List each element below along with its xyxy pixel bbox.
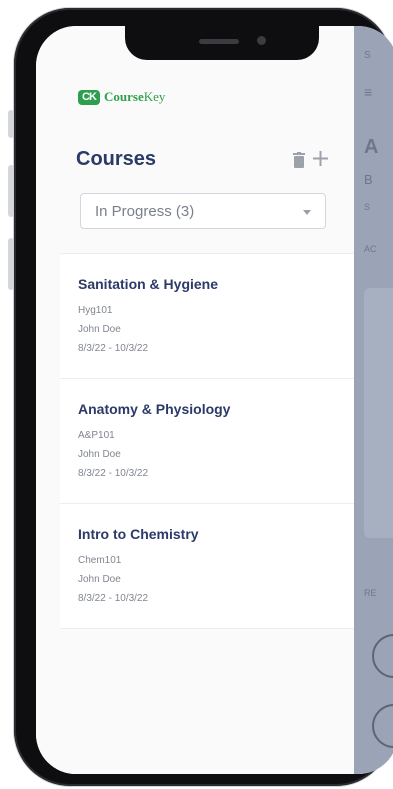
course-card[interactable]: Anatomy & Physiology A&P101 John Doe 8/3…: [60, 378, 354, 503]
logo-text: CourseKey: [104, 89, 166, 104]
add-course-icon[interactable]: [312, 150, 329, 167]
course-instructor: John Doe: [78, 449, 121, 460]
course-name: Intro to Chemistry: [78, 526, 199, 542]
speaker: [199, 39, 239, 44]
courses-panel: CK CourseKey Courses In Progress (3) San…: [36, 26, 354, 774]
course-dates: 8/3/22 - 10/3/22: [78, 468, 149, 479]
course-name: Anatomy & Physiology: [78, 401, 231, 417]
course-list: Sanitation & Hygiene Hyg101 John Doe 8/3…: [60, 253, 354, 629]
chevron-down-icon: [303, 210, 311, 215]
overlay-text: S: [364, 50, 371, 61]
overlay-ring-icon: [372, 634, 393, 678]
overlay-card: [364, 288, 393, 538]
camera: [257, 36, 266, 45]
coursekey-logo: CK CourseKey: [78, 89, 165, 105]
dimmed-background-page[interactable]: S ≡ A B S AC RE: [354, 26, 393, 774]
course-dates: 8/3/22 - 10/3/22: [78, 593, 149, 604]
notch: [125, 26, 319, 60]
course-card[interactable]: Sanitation & Hygiene Hyg101 John Doe 8/3…: [60, 253, 354, 378]
course-filter-select[interactable]: In Progress (3): [80, 193, 326, 229]
phone-frame: CK CourseKey Courses In Progress (3) San…: [14, 8, 393, 786]
overlay-text: AC: [364, 244, 377, 254]
logo-mark: CK: [78, 89, 100, 105]
course-instructor: John Doe: [78, 324, 121, 335]
overlay-heading: A: [364, 136, 379, 158]
course-code: Hyg101: [78, 305, 113, 316]
course-dates: 8/3/22 - 10/3/22: [78, 343, 149, 354]
course-instructor: John Doe: [78, 574, 121, 585]
course-name: Sanitation & Hygiene: [78, 276, 219, 292]
overlay-ring-icon: [372, 704, 393, 748]
overlay-text: B: [364, 172, 373, 187]
course-code: Chem101: [78, 555, 122, 566]
trash-icon[interactable]: [293, 152, 305, 168]
course-card[interactable]: Intro to Chemistry Chem101 John Doe 8/3/…: [60, 503, 354, 629]
overlay-text: S: [364, 202, 371, 212]
filter-selected-value: In Progress (3): [95, 202, 195, 220]
course-code: A&P101: [78, 430, 115, 441]
screen: CK CourseKey Courses In Progress (3) San…: [36, 26, 393, 774]
page-title: Courses: [76, 148, 157, 170]
overlay-text: RE: [364, 588, 377, 598]
overlay-menu-icon: ≡: [364, 84, 373, 100]
